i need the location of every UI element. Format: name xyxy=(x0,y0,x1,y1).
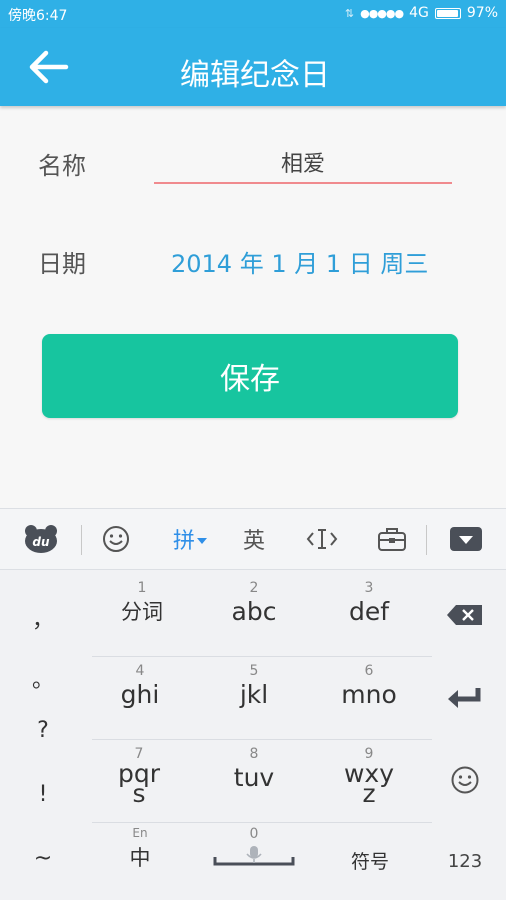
status-time: 傍晚6:47 xyxy=(8,8,68,24)
key-7[interactable]: 7 pqr s xyxy=(89,746,189,822)
backspace-icon[interactable] xyxy=(440,598,490,632)
key-label: tuv xyxy=(233,763,275,792)
key-label: abc xyxy=(231,597,277,626)
key-2[interactable]: 2 abc xyxy=(204,580,304,656)
chinese-mode-key[interactable]: En 中 xyxy=(100,826,180,896)
keyboard-toolbar: du 拼 英 xyxy=(0,508,506,570)
punct-exclaim-key[interactable]: ! xyxy=(26,782,60,807)
key-1[interactable]: 1 分词 xyxy=(92,580,192,656)
network-type: 4G xyxy=(409,5,429,21)
punct-period-key[interactable]: 。 xyxy=(26,662,60,694)
key-8[interactable]: 8 tuv xyxy=(204,746,304,822)
baidu-bear-icon[interactable]: du xyxy=(20,519,62,559)
key-label: def xyxy=(348,597,390,626)
key-number: 6 xyxy=(364,663,374,679)
key-label: ghi xyxy=(120,680,160,709)
key-number: 4 xyxy=(135,663,145,679)
enter-icon[interactable] xyxy=(440,680,490,716)
key-label: 符号 xyxy=(350,851,389,873)
punct-comma-key[interactable]: ， xyxy=(26,602,60,634)
english-mode-button[interactable]: 英 xyxy=(232,519,276,559)
key-label: wxy z xyxy=(343,759,395,808)
status-bar: 傍晚6:47 ⇅ ●●●●● 4G 97% xyxy=(0,0,506,28)
save-button[interactable]: 保存 xyxy=(42,334,458,418)
key-3[interactable]: 3 def xyxy=(319,580,419,656)
toolbox-icon[interactable] xyxy=(372,519,412,559)
signal-strength-icon: ●●●●● xyxy=(360,6,404,20)
voice-space-icon xyxy=(213,846,295,866)
name-label: 名称 xyxy=(38,152,86,180)
key-number: 8 xyxy=(249,746,259,762)
svg-text:du: du xyxy=(32,535,50,549)
cursor-move-icon[interactable] xyxy=(302,519,342,559)
dropdown-triangle-icon xyxy=(197,538,207,544)
key-number: 5 xyxy=(249,663,259,679)
key-number: 0 xyxy=(249,826,259,842)
status-right: ⇅ ●●●●● 4G 97% xyxy=(345,5,498,21)
keyboard: ， 。 ? ! ~ 1 分词 2 abc 3 def 4 ghi 5 jkl 6… xyxy=(0,570,506,900)
pinyin-mode-button[interactable]: 拼 xyxy=(166,519,214,559)
toolbar-divider xyxy=(426,525,427,555)
app-bar: 编辑纪念日 xyxy=(0,28,506,106)
key-label: jkl xyxy=(239,680,269,709)
key-label: pqr s xyxy=(117,759,161,808)
key-6[interactable]: 6 mno xyxy=(319,663,419,739)
key-label: 中 xyxy=(129,846,151,870)
name-input[interactable] xyxy=(154,142,452,184)
battery-fill xyxy=(436,9,459,17)
key-hint: En xyxy=(132,826,148,840)
key-4[interactable]: 4 ghi xyxy=(90,663,190,739)
punct-question-key[interactable]: ? xyxy=(26,718,60,743)
key-number: 1 xyxy=(137,580,147,596)
page-title: 编辑纪念日 xyxy=(180,58,330,93)
key-5[interactable]: 5 jkl xyxy=(204,663,304,739)
data-transfer-icon: ⇅ xyxy=(344,6,355,20)
key-row-divider xyxy=(92,739,432,740)
hide-keyboard-icon[interactable] xyxy=(446,519,486,559)
english-mode-label: 英 xyxy=(242,529,265,554)
pinyin-mode-label: 拼 xyxy=(172,529,195,554)
battery-icon xyxy=(434,7,461,19)
key-9[interactable]: 9 wxy z xyxy=(319,746,419,822)
key-number: 2 xyxy=(249,580,259,596)
space-key[interactable]: 0 xyxy=(208,826,300,896)
battery-percent: 97% xyxy=(466,5,498,21)
numbers-key[interactable]: 123 xyxy=(440,846,490,876)
emoji-key-icon[interactable] xyxy=(440,762,490,798)
key-row-divider xyxy=(92,656,432,657)
date-label: 日期 xyxy=(38,250,86,278)
emoji-icon[interactable] xyxy=(98,519,134,559)
symbols-key[interactable]: 符号 xyxy=(330,848,410,888)
date-picker[interactable]: 2014 年 1 月 1 日 周三 xyxy=(171,244,428,279)
toolbar-divider xyxy=(81,525,82,555)
key-label: mno xyxy=(341,680,397,709)
key-number: 3 xyxy=(364,580,374,596)
key-label: 分词 xyxy=(121,600,163,624)
punct-tilde-key[interactable]: ~ xyxy=(26,846,60,871)
key-row-divider xyxy=(92,822,432,823)
